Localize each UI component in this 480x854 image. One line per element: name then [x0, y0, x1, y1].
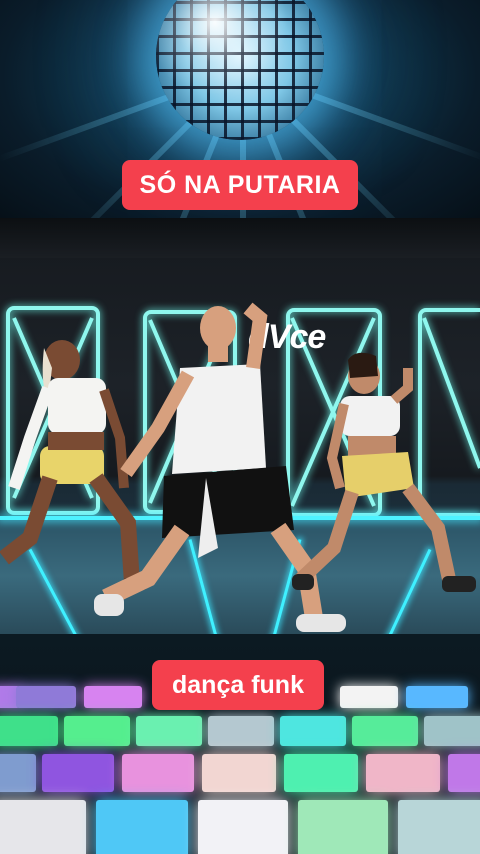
led-tile [424, 716, 480, 746]
led-tile [208, 716, 274, 746]
led-tile [84, 686, 142, 708]
led-tile [64, 716, 130, 746]
led-tile [96, 800, 188, 854]
led-tile [280, 716, 346, 746]
led-tile [0, 800, 86, 854]
led-tile [122, 754, 194, 792]
led-tile [284, 754, 358, 792]
caption-bottom: dança funk [152, 660, 324, 710]
caption-top: SÓ NA PUTARIA [122, 160, 358, 210]
led-tile [352, 716, 418, 746]
led-tile [398, 800, 480, 854]
led-tile [448, 754, 480, 792]
disco-ball-panel: SÓ NA PUTARIA [0, 0, 480, 218]
led-tile [366, 754, 440, 792]
led-tile [406, 686, 468, 708]
led-tile [16, 686, 76, 708]
led-tile [298, 800, 388, 854]
studio-ceiling [0, 218, 480, 258]
led-tile [136, 716, 202, 746]
led-tile [202, 754, 276, 792]
video-frame[interactable]: SÓ NA PUTARIA dVce dança funk [0, 0, 480, 854]
led-floor-panel: dança funk [0, 634, 480, 854]
disco-ball-image [156, 0, 324, 140]
led-tile [0, 716, 58, 746]
led-tile [0, 754, 36, 792]
dancer-right [292, 352, 476, 592]
led-tile [340, 686, 398, 708]
dance-video[interactable]: dVce [0, 218, 480, 634]
led-tile [198, 800, 288, 854]
led-tile [42, 754, 114, 792]
